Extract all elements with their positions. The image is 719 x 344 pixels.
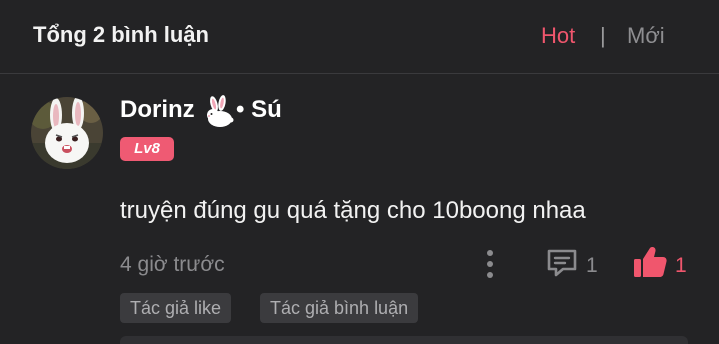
comment-username-suffix: • Sú <box>236 96 282 123</box>
thumbs-up-icon[interactable] <box>632 245 668 279</box>
comments-total-title: Tổng 2 bình luận <box>33 22 209 47</box>
comment-timestamp: 4 giờ trước <box>120 253 225 276</box>
like-count: 1 <box>675 254 687 277</box>
sort-separator: | <box>600 23 606 48</box>
author-liked-tag: Tác giả like <box>120 293 232 323</box>
comment-text: truyện đúng gu quá tặng cho 10boong nhaa <box>120 197 586 224</box>
sort-hot-tab[interactable]: Hot <box>541 23 575 49</box>
white-rabbit-avatar-icon <box>31 97 103 169</box>
reply-preview-box[interactable] <box>120 336 688 344</box>
comments-header: Tổng 2 bình luận Hot | Mới <box>0 0 719 74</box>
sort-new-tab[interactable]: Mới <box>627 23 665 49</box>
more-options-icon[interactable] <box>478 248 502 280</box>
author-commented-tag: Tác giả bình luận <box>260 293 419 323</box>
avatar[interactable] <box>31 97 103 169</box>
level-badge: Lv8 <box>120 137 174 161</box>
comment-username[interactable]: Dorinz <box>120 96 195 124</box>
rabbit-emoji-icon <box>207 95 234 127</box>
reply-count: 1 <box>586 254 598 277</box>
reply-comment-icon[interactable] <box>545 247 579 279</box>
